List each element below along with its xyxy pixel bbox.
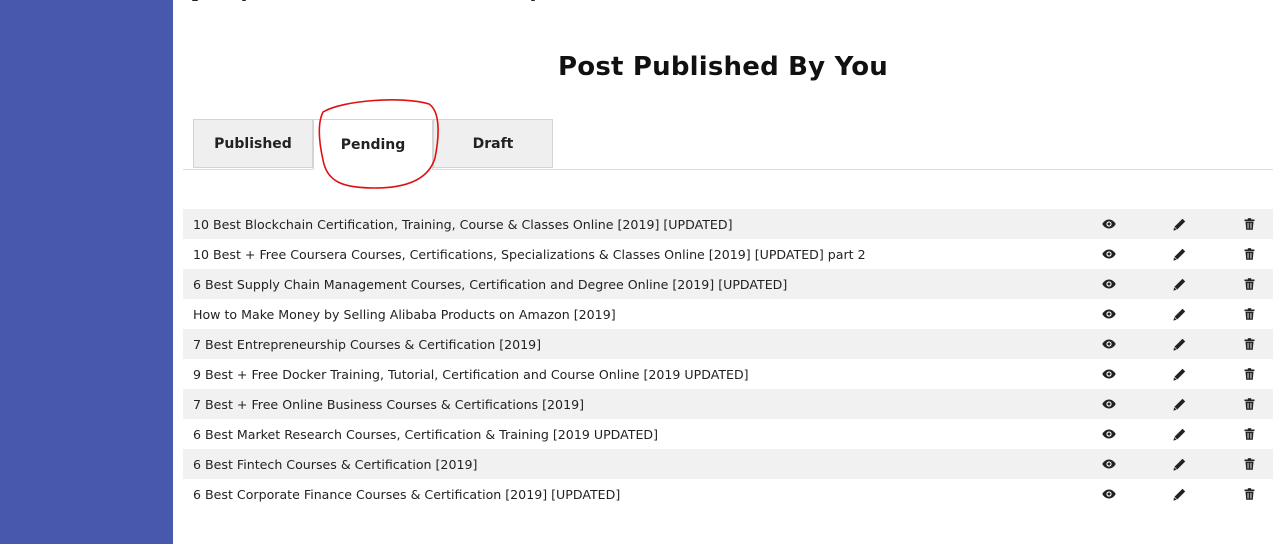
trash-icon[interactable] <box>1241 276 1257 292</box>
eye-icon[interactable] <box>1101 366 1117 382</box>
post-row: How to Make Money by Selling Alibaba Pro… <box>183 299 1273 329</box>
sidebar <box>0 0 173 544</box>
post-title[interactable]: 9 Best + Free Docker Training, Tutorial,… <box>193 367 749 382</box>
trash-icon[interactable] <box>1241 306 1257 322</box>
post-list: 10 Best Blockchain Certification, Traini… <box>183 209 1273 509</box>
tab-bar: Published Pending Draft <box>183 119 1273 170</box>
post-row: 9 Best + Free Docker Training, Tutorial,… <box>183 359 1273 389</box>
eye-icon[interactable] <box>1101 426 1117 442</box>
post-row: 6 Best Market Research Courses, Certific… <box>183 419 1273 449</box>
post-row: 6 Best Fintech Courses & Certification [… <box>183 449 1273 479</box>
eye-icon[interactable] <box>1101 216 1117 232</box>
post-title[interactable]: How to Make Money by Selling Alibaba Pro… <box>193 307 616 322</box>
trash-icon[interactable] <box>1241 336 1257 352</box>
trash-icon[interactable] <box>1241 456 1257 472</box>
pencil-icon[interactable] <box>1171 276 1187 292</box>
pencil-icon[interactable] <box>1171 456 1187 472</box>
trash-icon[interactable] <box>1241 366 1257 382</box>
post-title[interactable]: 6 Best Market Research Courses, Certific… <box>193 427 658 442</box>
post-title[interactable]: 10 Best Blockchain Certification, Traini… <box>193 217 733 232</box>
eye-icon[interactable] <box>1101 336 1117 352</box>
trash-icon[interactable] <box>1241 396 1257 412</box>
eye-icon[interactable] <box>1101 306 1117 322</box>
pencil-icon[interactable] <box>1171 396 1187 412</box>
pencil-icon[interactable] <box>1171 216 1187 232</box>
pencil-icon[interactable] <box>1171 336 1187 352</box>
eye-icon[interactable] <box>1101 276 1117 292</box>
cropped-heading-fragment <box>190 0 590 2</box>
pencil-icon[interactable] <box>1171 366 1187 382</box>
post-title[interactable]: 7 Best + Free Online Business Courses & … <box>193 397 584 412</box>
post-row: 6 Best Supply Chain Management Courses, … <box>183 269 1273 299</box>
trash-icon[interactable] <box>1241 486 1257 502</box>
tab-draft[interactable]: Draft <box>433 119 553 168</box>
post-row: 7 Best + Free Online Business Courses & … <box>183 389 1273 419</box>
trash-icon[interactable] <box>1241 246 1257 262</box>
post-row: 7 Best Entrepreneurship Courses & Certif… <box>183 329 1273 359</box>
post-title[interactable]: 6 Best Supply Chain Management Courses, … <box>193 277 787 292</box>
page: Post Published By You Published Pending … <box>0 0 1273 544</box>
pencil-icon[interactable] <box>1171 426 1187 442</box>
post-title[interactable]: 7 Best Entrepreneurship Courses & Certif… <box>193 337 541 352</box>
trash-icon[interactable] <box>1241 426 1257 442</box>
tab-pending[interactable]: Pending <box>313 119 433 170</box>
pencil-icon[interactable] <box>1171 306 1187 322</box>
eye-icon[interactable] <box>1101 486 1117 502</box>
pencil-icon[interactable] <box>1171 246 1187 262</box>
post-title[interactable]: 6 Best Fintech Courses & Certification [… <box>193 457 477 472</box>
eye-icon[interactable] <box>1101 396 1117 412</box>
post-row: 6 Best Corporate Finance Courses & Certi… <box>183 479 1273 509</box>
post-title[interactable]: 6 Best Corporate Finance Courses & Certi… <box>193 487 620 502</box>
trash-icon[interactable] <box>1241 216 1257 232</box>
eye-icon[interactable] <box>1101 456 1117 472</box>
eye-icon[interactable] <box>1101 246 1117 262</box>
page-title: Post Published By You <box>558 52 888 82</box>
post-row: 10 Best Blockchain Certification, Traini… <box>183 209 1273 239</box>
pencil-icon[interactable] <box>1171 486 1187 502</box>
tab-published[interactable]: Published <box>193 119 313 168</box>
post-title[interactable]: 10 Best + Free Coursera Courses, Certifi… <box>193 247 866 262</box>
post-row: 10 Best + Free Coursera Courses, Certifi… <box>183 239 1273 269</box>
